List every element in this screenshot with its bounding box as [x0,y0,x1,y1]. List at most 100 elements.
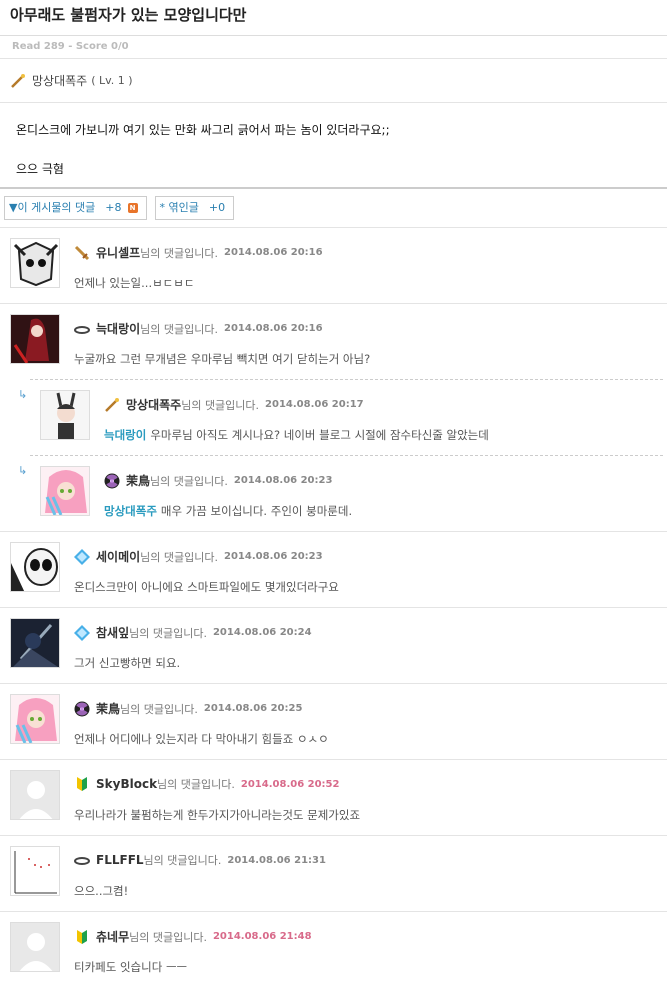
tab-trackbacks[interactable]: * 엮인글 +0 [154,196,235,220]
comment-date: 2014.08.06 21:48 [212,931,312,942]
post-body-line: 으으 극혐 [16,162,64,176]
comment-text: 언제나 어디에나 있는지라 다 막아내기 힘들죠 ㅇㅅㅇ [74,732,329,746]
comment-date: 2014.08.06 20:17 [265,399,364,410]
comment-header: 茉鳥 님의 댓글입니다. 2014.08.06 20:25 [74,700,302,717]
comment-date: 2014.08.06 20:16 [224,247,323,258]
wand-icon [10,73,26,89]
comment-author[interactable]: 늑대랑이 [96,320,140,337]
comment-suffix: 님의 댓글입니다. [129,930,207,944]
radiation-icon [104,473,120,489]
tab-trackbacks-count: +0 [208,201,226,214]
reply-arrow-icon: ↳ [18,388,28,401]
comment-header: 유니셀프 님의 댓글입니다. 2014.08.06 20:16 [74,244,323,261]
author-level: ( Lv. 1 ) [91,74,133,87]
comment-date: 2014.08.06 20:52 [240,778,340,790]
comment-date: 2014.08.06 20:23 [224,551,323,562]
comment-author[interactable]: 유니셀프 [96,244,140,261]
comment-suffix: 님의 댓글입니다. [150,474,228,488]
comment-text: 온디스크만이 아니에요 스마트파일에도 몇개있더라구요 [74,580,339,594]
comment-suffix: 님의 댓글입니다. [157,778,235,791]
comment-item: SkyBlock 님의 댓글입니다. 2014.08.06 20:52 우리나라… [0,760,667,836]
comment-date: 2014.08.06 20:23 [233,475,333,486]
comment-author[interactable]: SkyBlock [96,777,157,791]
comment-text: 그거 신고빵하면 되요. [74,656,181,670]
comment-item: 늑대랑이 님의 댓글입니다. 2014.08.06 20:16 누굴까요 그런 … [0,304,667,532]
comment-item: FLLFFL 님의 댓글입니다. 2014.08.06 21:31 으으..그켬… [0,836,667,912]
post-body-line: 온디스크에 가보니까 여기 있는 만화 싸그리 긁어서 파는 놈이 있더라구요;… [16,123,390,137]
beginner-icon [74,929,90,945]
comment-item: 茉鳥 님의 댓글입니다. 2014.08.06 20:25 언제나 어디에나 있… [0,684,667,760]
reply-text: 늑대랑이 우마루님 아직도 계시나요? 네이버 블로그 시절에 잠수타신줄 알았는… [104,427,489,443]
comment-date: 2014.08.06 21:31 [227,854,326,866]
rss-icon[interactable]: N [127,203,138,213]
comment-item: 세이메이 님의 댓글입니다. 2014.08.06 20:23 온디스크만이 아… [0,532,667,608]
reply-body: 우마루님 아직도 계시나요? 네이버 블로그 시절에 잠수타신줄 알았는데 [150,428,489,442]
comment-header: SkyBlock 님의 댓글입니다. 2014.08.06 20:52 [74,776,339,792]
avatar[interactable] [40,466,90,516]
reply-text: 망상대폭주 매우 가끔 보이십니다. 주인이 붕마룬데. [104,503,352,519]
comment-suffix: 님의 댓글입니다. [140,550,219,564]
avatar[interactable] [40,390,90,440]
comment-date: 2014.08.06 20:16 [224,323,323,334]
comment-author[interactable]: 茉鳥 [96,700,120,717]
reply-target[interactable]: 망상대폭주 [104,504,157,518]
comment-text: 언제나 있는일...ㅂㄷㅂㄷ [74,276,195,290]
comment-tabs: ▼이 게시물의 댓글 +8 N * 엮인글 +0 [0,189,667,228]
comment-suffix: 님의 댓글입니다. [129,626,207,640]
reply-divider [30,455,663,456]
radiation-icon [74,701,90,717]
comment-author[interactable]: FLLFFL [96,853,144,867]
comment-author[interactable]: 츄네무 [96,928,129,945]
comment-suffix: 님의 댓글입니다. [120,702,198,716]
comment-suffix: 님의 댓글입니다. [181,398,260,412]
comment-suffix: 님의 댓글입니다. [143,854,222,867]
tab-comments-label: ▼이 게시물의 댓글 [9,201,96,214]
author-name[interactable]: 망상대폭주 [32,72,87,89]
comment-item: 참새잎 님의 댓글입니다. 2014.08.06 20:24 그거 신고빵하면 … [0,608,667,684]
avatar[interactable] [10,618,60,668]
comment-author[interactable]: 세이메이 [96,548,140,565]
reply-header: 茉鳥 님의 댓글입니다. 2014.08.06 20:23 [104,472,332,489]
comment-text: 으으..그켬! [74,884,129,898]
reply-target[interactable]: 늑대랑이 [104,428,146,442]
avatar[interactable] [10,238,60,288]
tab-trackbacks-label: * 엮인글 [159,201,199,214]
post-meta: Read 289 - Score 0/0 [0,36,667,59]
post-author[interactable]: 망상대폭주 ( Lv. 1 ) [0,59,667,103]
comment-date: 2014.08.06 20:25 [203,703,303,714]
comment-item: 유니셀프 님의 댓글입니다. 2014.08.06 20:16 언제나 있는일.… [0,228,667,304]
reply-header: 망상대폭주 님의 댓글입니다. 2014.08.06 20:17 [104,396,364,413]
reply-body: 매우 가끔 보이십니다. 주인이 붕마룬데. [160,504,353,518]
diamond-icon [74,624,90,641]
comment-text: 티카페도 잇습니다 ㅡㅡ [74,960,188,974]
beginner-icon [74,776,90,792]
comment-suffix: 님의 댓글입니다. [140,246,219,260]
comment-text: 누굴까요 그런 무개념은 우마루님 빽치면 여기 닫히는거 아님? [74,352,371,366]
avatar-placeholder[interactable] [10,770,60,820]
post-title: 아무래도 불펌자가 있는 모양입니다만 [10,6,247,24]
comment-header: 참새잎 님의 댓글입니다. 2014.08.06 20:24 [74,624,312,641]
post-title-bar: 아무래도 불펌자가 있는 모양입니다만 [0,0,667,36]
avatar-placeholder[interactable] [10,922,60,972]
comment-author[interactable]: 망상대폭주 [126,396,181,413]
avatar[interactable] [10,542,60,592]
reply-divider [30,379,663,380]
avatar[interactable] [10,846,60,896]
comment-date: 2014.08.06 20:24 [212,627,312,638]
sword-icon [74,245,90,261]
comment-header: 츄네무 님의 댓글입니다. 2014.08.06 21:48 [74,928,312,945]
wand-icon [104,397,120,413]
halo-icon [74,852,90,868]
tab-comments[interactable]: ▼이 게시물의 댓글 +8 N [4,196,147,220]
comment-author[interactable]: 茉鳥 [126,472,150,489]
avatar[interactable] [10,694,60,744]
halo-icon [74,321,90,337]
comment-header: 세이메이 님의 댓글입니다. 2014.08.06 20:23 [74,548,323,565]
comment-text: 우리나라가 불펌하는게 한두가지가아니라는것도 문제가있죠 [74,808,361,822]
post-body: 온디스크에 가보니까 여기 있는 만화 싸그리 긁어서 파는 놈이 있더라구요;… [0,103,667,189]
comment-author[interactable]: 참새잎 [96,624,129,641]
comment-item: 츄네무 님의 댓글입니다. 2014.08.06 21:48 티카페도 잇습니다… [0,912,667,988]
avatar[interactable] [10,314,60,364]
tab-comments-count: +8 [105,201,122,214]
reply-arrow-icon: ↳ [18,464,28,477]
